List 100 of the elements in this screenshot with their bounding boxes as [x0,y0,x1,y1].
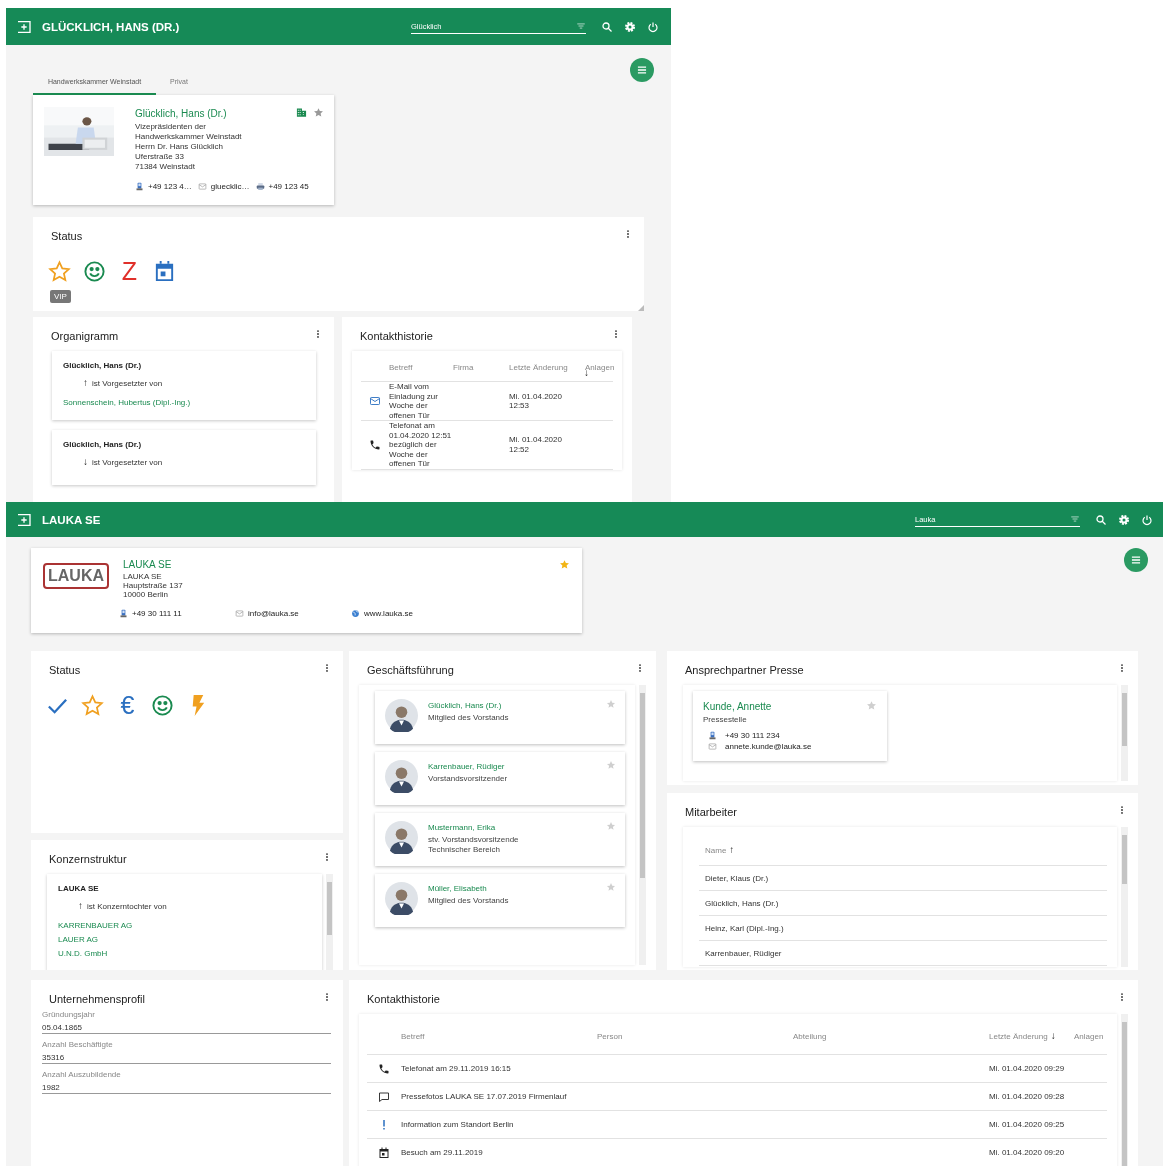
arrow-icon: ↑ [78,901,83,911]
more-icon[interactable] [325,663,329,673]
scrollbar[interactable] [1121,685,1128,781]
star-icon[interactable] [559,559,570,570]
column-header[interactable]: Letzte Änderung [509,362,573,372]
star-icon[interactable] [313,107,324,118]
more-icon[interactable] [325,992,329,1002]
subject-cell-text: E-Mail vom Einladung zur Woche der offenen Tür [389,382,439,420]
contact-name[interactable]: Kunde, Annette [703,701,772,712]
phone-icon [135,182,144,191]
more-icon[interactable] [316,329,320,339]
vip-tag: VIP [50,290,71,303]
related-link[interactable]: Sonnenschein, Hubertus (Dipl.-Ing.) [63,396,305,410]
scrollbar[interactable] [326,874,333,970]
column-header[interactable]: Betreff [401,1031,425,1041]
power-icon[interactable] [647,20,659,33]
person-role: Vorstandsvorsitzender [428,774,509,784]
star-icon[interactable] [606,821,616,831]
address-line: Herrn Dr. Hans Glücklich [135,142,225,152]
employee-name[interactable]: Glücklich, Hans (Dr.) [705,898,779,908]
field-label: Anzahl Beschäftigte [42,1040,114,1049]
column-header[interactable]: Anlagen [573,362,615,372]
employee-name[interactable]: Karrenbauer, Rüdiger [705,948,782,958]
contact-value[interactable]: +49 123 45 [268,182,309,191]
subject-cell-text: Telefonat am 29.11.2019 16:15 [401,1064,512,1073]
more-icon[interactable] [325,852,329,862]
history-row[interactable]: Information zum Standort Berlin Mi. 01.04.2020 09:25 [367,1111,1107,1139]
more-icon[interactable] [1120,663,1124,673]
company-name[interactable]: LAUKA SE [123,559,545,570]
employee-name[interactable]: Dieter, Klaus (Dr.) [705,873,769,883]
input-field[interactable]: 35316 [42,1049,331,1064]
subject-cell-text: Pressefotos LAUKA SE 17.07.2019 Firmenlauf [401,1092,568,1101]
scrollbar[interactable] [1121,827,1128,967]
more-icon[interactable] [1120,992,1124,1002]
input-field[interactable]: 1982 [42,1079,331,1094]
address-line: Handwerkskammer Weinstadt [135,132,243,142]
star-icon[interactable] [866,700,877,711]
star-icon[interactable] [606,699,616,709]
column-header[interactable]: Abteilung [793,1031,827,1041]
person-name[interactable]: Karrenbauer, Rüdiger [428,762,596,771]
relation-label: ist Vorgesetzter von [92,378,163,388]
column-header[interactable]: Letzte Änderung [989,1031,1048,1041]
column-header[interactable]: Person [597,1031,623,1041]
panel-title: Kontakthistorie [360,330,433,342]
more-icon[interactable] [638,663,642,673]
mail-icon [369,395,381,407]
sort-icon[interactable]: ↑ [729,845,735,855]
settings-icon[interactable] [624,20,636,33]
column-header[interactable]: Name [705,845,727,855]
search-icon[interactable] [601,20,613,33]
phone-number[interactable]: +49 30 111 234 [725,731,780,740]
person-name[interactable]: Müller, Elisabeth [428,884,596,893]
panel-title: Status [51,230,83,242]
menu-icon [635,63,649,77]
person-name[interactable]: Glücklich, Hans (Dr.) [428,701,596,710]
building-icon[interactable] [296,107,307,118]
menu-button[interactable] [1124,548,1148,572]
column-header[interactable]: Betreff [389,362,453,372]
person-role: stv. Vorstandsvorsitzende [428,835,520,845]
power-icon[interactable] [1141,513,1153,526]
mail-icon [235,609,244,618]
star-icon[interactable] [606,760,616,770]
settings-icon[interactable] [1118,513,1130,526]
star-icon[interactable] [606,882,616,892]
more-icon[interactable] [1120,805,1124,815]
field-label: Gründungsjahr [42,1010,96,1019]
column-header[interactable]: Firma [453,362,509,372]
history-row[interactable]: E-Mail vom Einladung zur Woche der offenen Tür Mi. 01.04.2020 12:53 [361,382,613,421]
email-address[interactable]: annete.kunde@lauka.se [725,742,812,751]
contact-name[interactable]: Glücklich, Hans (Dr.) [135,108,275,119]
more-icon[interactable] [614,329,618,339]
contact-value[interactable]: www.lauka.se [364,609,413,618]
scrollbar[interactable] [1121,1014,1128,1166]
contact-value[interactable]: info@lauka.se [248,609,299,618]
scrollbar[interactable] [639,685,646,965]
add-icon[interactable] [16,18,32,35]
history-row[interactable]: Telefonat am 29.11.2019 16:15 Mi. 01.04.2020 09:29 [367,1055,1107,1083]
add-icon[interactable] [16,511,32,528]
contact-value[interactable]: +49 123 4… [148,182,192,191]
history-row[interactable]: Telefonat am 01.04.2020 12:51 bezüglich der Woche der offenen Tür Mi. 01.04.2020 12:52 [361,421,613,470]
menu-button[interactable] [630,58,654,82]
person-role: Mitglied des Vorstands [428,713,510,723]
phone-icon [378,1062,390,1075]
contact-value[interactable]: gluecklic… [210,182,250,191]
history-row[interactable]: Besuch am 29.11.2019 Mi. 01.04.2020 09:20 [367,1139,1107,1166]
contact-value[interactable]: +49 30 111 11 [132,609,182,618]
history-row[interactable]: Pressefotos LAUKA SE 17.07.2019 Firmenlauf Mi. 01.04.2020 09:28 [367,1083,1107,1111]
related-link[interactable]: KARRENBAUER AG [58,919,311,933]
search-icon[interactable] [1095,513,1107,526]
sort-icon[interactable]: ↓ [1050,1031,1056,1041]
column-header[interactable]: Anlagen [1074,1031,1104,1041]
related-link[interactable]: LAUER AG [58,933,311,947]
more-icon[interactable] [626,229,630,239]
date-cell-text: Mi. 01.04.2020 12:53 [509,391,563,411]
address-line: 10000 Berlin [123,590,169,599]
employee-name[interactable]: Heinz, Karl (Dipl.-Ing.) [705,923,784,933]
input-field[interactable]: 05.04.1865 [42,1019,331,1034]
resize-handle[interactable] [638,305,644,311]
person-name[interactable]: Mustermann, Erika [428,823,596,832]
related-link[interactable]: U.N.D. GmbH [58,947,311,961]
